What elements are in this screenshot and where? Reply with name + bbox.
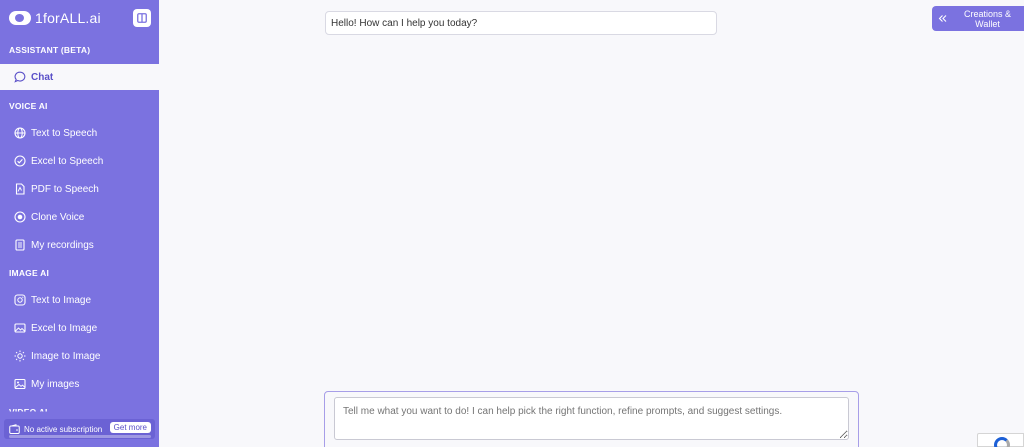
image-frame-icon xyxy=(14,294,26,306)
section-title-image: IMAGE AI xyxy=(9,268,50,278)
check-circle-icon xyxy=(14,155,26,167)
panel-toggle-icon xyxy=(137,13,147,23)
globe-icon xyxy=(14,127,26,139)
sidebar-item-my-images[interactable]: My images xyxy=(0,371,159,397)
sun-icon xyxy=(14,350,26,362)
record-icon xyxy=(14,211,26,223)
sidebar-item-label: PDF to Speech xyxy=(31,183,99,195)
sidebar-item-image-to-image[interactable]: Image to Image xyxy=(0,343,159,369)
chat-icon xyxy=(14,71,26,83)
logo-icon xyxy=(9,11,31,25)
section-title-assistant: ASSISTANT (BETA) xyxy=(9,45,91,55)
sidebar-item-label: Text to Image xyxy=(31,294,92,306)
sidebar-item-excel-to-speech[interactable]: Excel to Speech xyxy=(0,148,159,174)
sidebar-item-chat[interactable]: Chat xyxy=(0,64,159,90)
sidebar-item-text-to-speech[interactable]: Text to Speech xyxy=(0,120,159,146)
sidebar-item-pdf-to-speech[interactable]: PDF to Speech xyxy=(0,176,159,202)
sidebar-toggle-button[interactable] xyxy=(133,9,151,27)
recaptcha-badge[interactable] xyxy=(977,433,1024,447)
subscription-progress xyxy=(9,435,151,438)
prompt-input[interactable] xyxy=(334,397,849,440)
pdf-file-icon xyxy=(14,183,26,195)
recaptcha-icon xyxy=(994,437,1010,447)
composer xyxy=(324,391,859,447)
sidebar-item-excel-to-image[interactable]: Excel to Image xyxy=(0,315,159,341)
section-title-video: VIDEO AI xyxy=(9,407,48,417)
brand[interactable]: 1forALL.ai xyxy=(9,8,101,28)
sidebar-item-label: Clone Voice xyxy=(31,211,85,223)
sidebar-item-text-to-image[interactable]: Text to Image xyxy=(0,287,159,313)
sidebar-item-label: Text to Speech xyxy=(31,127,98,139)
subscription-status: No active subscription xyxy=(24,424,103,434)
document-list-icon xyxy=(14,239,26,251)
section-title-voice: VOICE AI xyxy=(9,101,48,111)
brand-name: 1forALL.ai xyxy=(35,10,101,26)
creations-wallet-label: Creations & Wallet xyxy=(963,8,1012,29)
picture-icon xyxy=(14,378,26,390)
gallery-icon xyxy=(14,322,26,334)
sidebar-item-label: Excel to Image xyxy=(31,322,98,334)
double-chevron-left-icon xyxy=(938,14,947,23)
sidebar-item-my-recordings[interactable]: My recordings xyxy=(0,232,159,258)
sidebar-item-label: Chat xyxy=(31,71,54,83)
sidebar-item-label: Excel to Speech xyxy=(31,155,104,167)
sidebar: 1forALL.ai ASSISTANT (BETA) Chat VOICE A… xyxy=(0,0,159,447)
sidebar-item-clone-voice[interactable]: Clone Voice xyxy=(0,204,159,230)
get-more-button[interactable]: Get more xyxy=(109,422,151,433)
sidebar-item-label: My recordings xyxy=(31,239,94,251)
creations-wallet-button[interactable]: Creations & Wallet xyxy=(932,6,1024,31)
assistant-greeting-message: Hello! How can I help you today? xyxy=(325,11,717,35)
sidebar-item-label: My images xyxy=(31,378,80,390)
wallet-icon xyxy=(9,423,20,435)
sidebar-item-label: Image to Image xyxy=(31,350,101,362)
